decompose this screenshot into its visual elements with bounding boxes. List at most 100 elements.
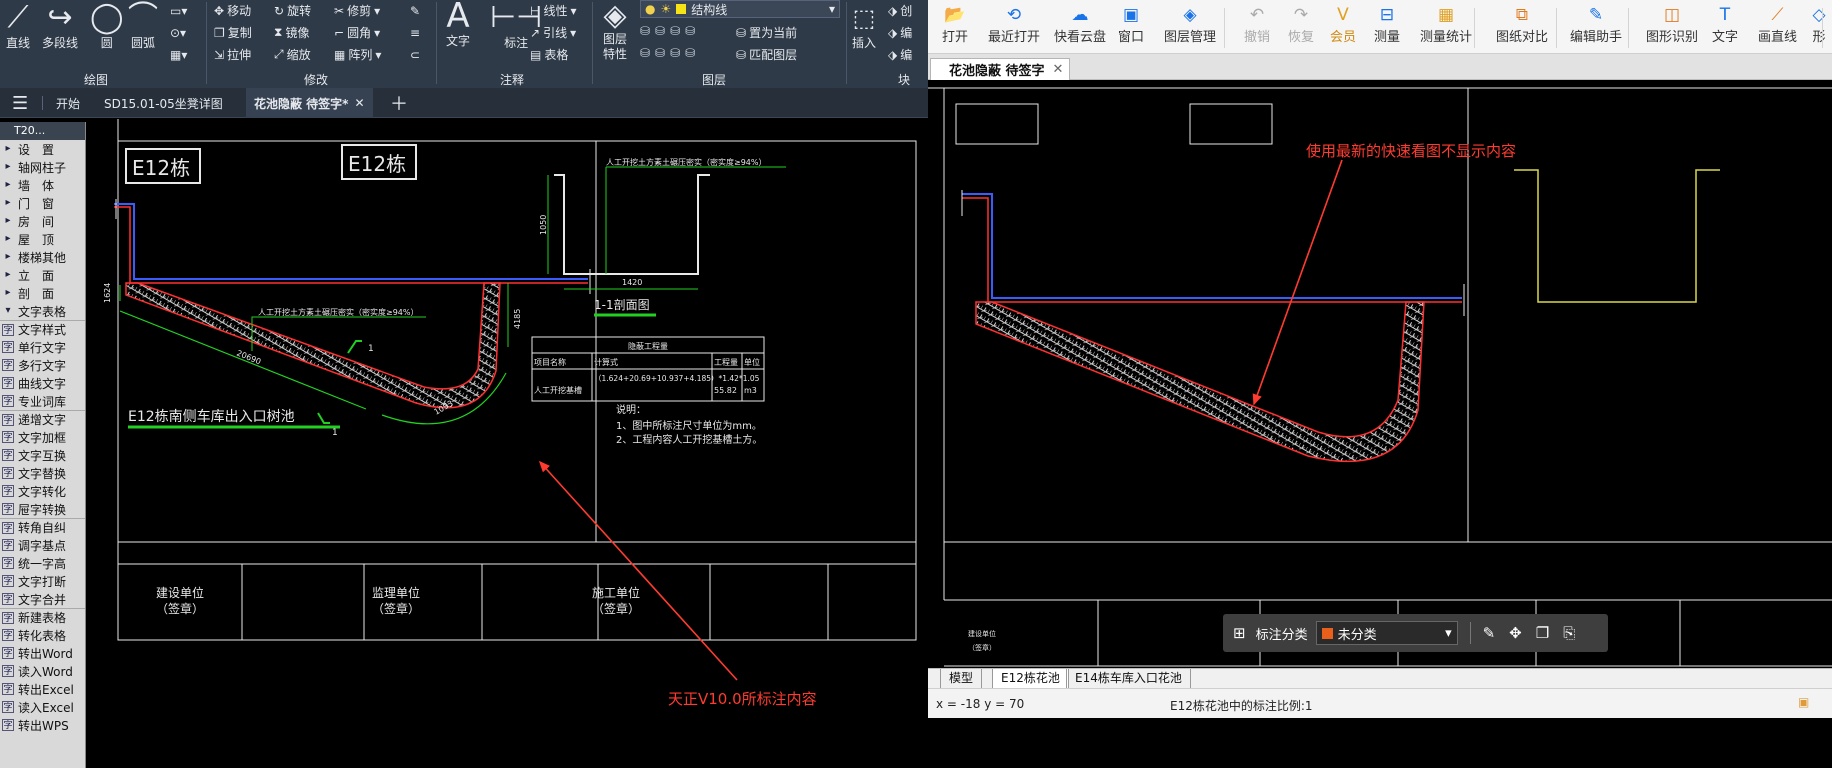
palette-item[interactable]: 字文字合并 <box>0 590 85 608</box>
offset-icon[interactable]: ⊂ <box>410 48 420 62</box>
tab-sd15[interactable]: SD15.01-05坐凳详图 <box>96 88 231 118</box>
copy-icon[interactable]: ❐ <box>1536 624 1549 642</box>
set-current-button[interactable]: ⛁ 置为当前 <box>736 24 797 41</box>
palette-item[interactable]: ▸ 楼梯其他 <box>0 248 85 266</box>
line-tool[interactable]: ⟋ 直线 <box>6 2 30 51</box>
palette-item[interactable]: ▸ 剖 面 <box>0 284 85 302</box>
settings-icon[interactable]: ▣ <box>1798 695 1809 709</box>
polyline-tool[interactable]: ↪ 多段线 <box>42 2 78 51</box>
palette-item[interactable]: 字单行文字 <box>0 338 85 356</box>
tool-shape-recognize[interactable]: ◫ 图形识别 <box>1646 4 1698 45</box>
modify-mirror-button[interactable]: ⧗ 镜像 <box>274 24 309 41</box>
tool-layers[interactable]: ◈ 图层管理 <box>1164 4 1216 45</box>
tab-start[interactable]: 开始 <box>48 88 88 118</box>
layer-tool-icons-row1[interactable]: ⛁⛁⛁⛁ <box>640 24 700 38</box>
list-icon[interactable]: ≡ <box>410 26 420 40</box>
palette-item[interactable]: ▸ 轴网柱子 <box>0 158 85 176</box>
sheet-tab-e14[interactable]: E14栋车库入口花池 <box>1066 669 1191 688</box>
palette-item[interactable]: ▸ 墙 体 <box>0 176 85 194</box>
tool-window[interactable]: ▣ 窗口 <box>1118 4 1144 45</box>
tab-current[interactable]: 花池隐蔽 待签字* ✕ <box>246 88 373 118</box>
class-select[interactable]: 未分类 ▾ <box>1315 621 1458 645</box>
tool-shape[interactable]: ◇ 形 <box>1808 4 1830 45</box>
palette-item[interactable]: 字统一字高 <box>0 554 85 572</box>
arc-tool[interactable]: ⌒ 圆弧 <box>128 2 158 51</box>
modify-trim-button[interactable]: ✂ 修剪 ▾ <box>334 2 380 19</box>
circle-tool[interactable]: ◯ 圆 <box>90 2 124 51</box>
layer-dropdown[interactable]: ● ☀ 结构线 ▾ <box>640 0 840 18</box>
block-edit-3[interactable]: ⬗ 编 <box>888 46 912 63</box>
palette-item[interactable]: ▸ 设 置 <box>0 140 85 158</box>
tool-cloud[interactable]: ☁ 快看云盘 <box>1054 4 1106 45</box>
block-edit-1[interactable]: ⬗ 创 <box>888 2 912 19</box>
palette-item[interactable]: 字多行文字 <box>0 356 85 374</box>
palette-item[interactable]: 字转化表格 <box>0 626 85 644</box>
leader-button[interactable]: ↗ 引线 ▾ <box>530 24 576 41</box>
palette-item[interactable]: 字递增文字 <box>0 410 85 428</box>
modify-fillet-button[interactable]: ⌐ 圆角 ▾ <box>334 24 380 41</box>
modify-stretch-button[interactable]: ⇲ 拉伸 <box>214 46 251 63</box>
tool-measure-stats[interactable]: ▦ 测量统计 <box>1420 4 1472 45</box>
tool-ruler[interactable]: ⊟ 测量 <box>1374 4 1400 45</box>
modify-copy-button[interactable]: ❐ 复制 <box>214 24 252 41</box>
tool-recent[interactable]: ⟲ 最近打开 <box>988 4 1040 45</box>
layer-properties-button[interactable]: ◈ 图层特性 <box>598 0 632 62</box>
group-annotate[interactable]: 注释 <box>500 71 524 88</box>
palette-item[interactable]: ▸ 房 间 <box>0 212 85 230</box>
modify-scale-button[interactable]: ⤢ 缩放 <box>274 46 311 63</box>
palette-item[interactable]: ▸ 屋 顶 <box>0 230 85 248</box>
palette-item[interactable]: 字文字样式 <box>0 320 85 338</box>
text-tool[interactable]: A 文字 <box>446 0 470 49</box>
palette-item[interactable]: 字读入Word <box>0 662 85 680</box>
menu-icon[interactable]: ☰ <box>4 88 36 118</box>
group-layer[interactable]: 图层 <box>702 71 726 88</box>
tool-open[interactable]: 📂 打开 <box>942 4 968 45</box>
modify-move-button[interactable]: ✥ 移动 <box>214 2 251 19</box>
tool-redo[interactable]: ↷ 恢复 <box>1288 4 1314 45</box>
right-drawing-canvas[interactable]: 建设单位（签章）监理单位（签章）施工单位（签章） <box>928 80 1832 668</box>
doc-tab[interactable]: 花池隐蔽 待签字 ✕ <box>930 58 1071 80</box>
palette-item[interactable]: 字文字转化 <box>0 482 85 500</box>
pen-icon[interactable]: ✎ <box>410 4 420 18</box>
palette-item[interactable]: 字转出Word <box>0 644 85 662</box>
tool-vip[interactable]: V 会员 <box>1330 4 1356 45</box>
paste-icon[interactable]: ⎘ <box>1563 624 1575 642</box>
tool-line[interactable]: ⟋ 画直线 <box>1758 4 1797 45</box>
new-tab-button[interactable]: ＋ <box>382 88 416 118</box>
table-button[interactable]: ▤ 表格 <box>530 46 568 63</box>
palette-item[interactable]: 字曲线文字 <box>0 374 85 392</box>
palette-item[interactable]: 字转角自纠 <box>0 518 85 536</box>
move-icon[interactable]: ✥ <box>1509 624 1522 642</box>
palette-item[interactable]: 字文字加框 <box>0 428 85 446</box>
tool-edit-assistant[interactable]: ✎ 编辑助手 <box>1570 4 1622 45</box>
palette-item[interactable]: ▾ 文字表格 <box>0 302 85 320</box>
sheet-tab-model[interactable]: 模型 <box>940 669 983 688</box>
palette-item[interactable]: 字转出Excel <box>0 680 85 698</box>
group-modify[interactable]: 修改 <box>304 71 328 88</box>
hatch-icon[interactable]: ⊙▾ <box>170 26 186 40</box>
sheet-tab-e12[interactable]: E12栋花池 <box>992 669 1069 688</box>
close-icon[interactable]: ✕ <box>1053 62 1064 77</box>
palette-item[interactable]: 字文字互换 <box>0 446 85 464</box>
block-edit-2[interactable]: ⬗ 编 <box>888 24 912 41</box>
edit-icon[interactable]: ✎ <box>1483 624 1496 642</box>
grid-icon[interactable]: ⊞ <box>1233 624 1246 642</box>
close-icon[interactable]: ✕ <box>354 96 364 110</box>
modify-array-button[interactable]: ▦ 阵列 ▾ <box>334 46 381 63</box>
palette-item[interactable]: 字调字基点 <box>0 536 85 554</box>
tool-compare[interactable]: ⧉ 图纸对比 <box>1496 4 1548 45</box>
palette-item[interactable]: 字文字打断 <box>0 572 85 590</box>
palette-item[interactable]: 字转出WPS <box>0 716 85 734</box>
left-drawing-canvas[interactable]: E12栋 E12栋16242069041851093人工开挖土方素土碾压密实（密实… <box>86 119 928 768</box>
group-block[interactable]: 块 <box>898 71 910 88</box>
group-draw[interactable]: 绘图 <box>84 71 108 88</box>
modify-rotate-button[interactable]: ↻ 旋转 <box>274 2 311 19</box>
linear-dim-button[interactable]: ⊢ 线性 ▾ <box>530 2 577 19</box>
palette-item[interactable]: ▸ 立 面 <box>0 266 85 284</box>
match-layer-button[interactable]: ⛁ 匹配图层 <box>736 46 797 63</box>
palette-item[interactable]: ▸ 门 窗 <box>0 194 85 212</box>
insert-button[interactable]: ⬚ 插入 <box>852 2 876 51</box>
grid-icon[interactable]: ▦▾ <box>170 48 187 62</box>
layer-tool-icons-row2[interactable]: ⛁⛁⛁⛁ <box>640 46 700 60</box>
palette-item[interactable]: 字屉字转换 <box>0 500 85 518</box>
